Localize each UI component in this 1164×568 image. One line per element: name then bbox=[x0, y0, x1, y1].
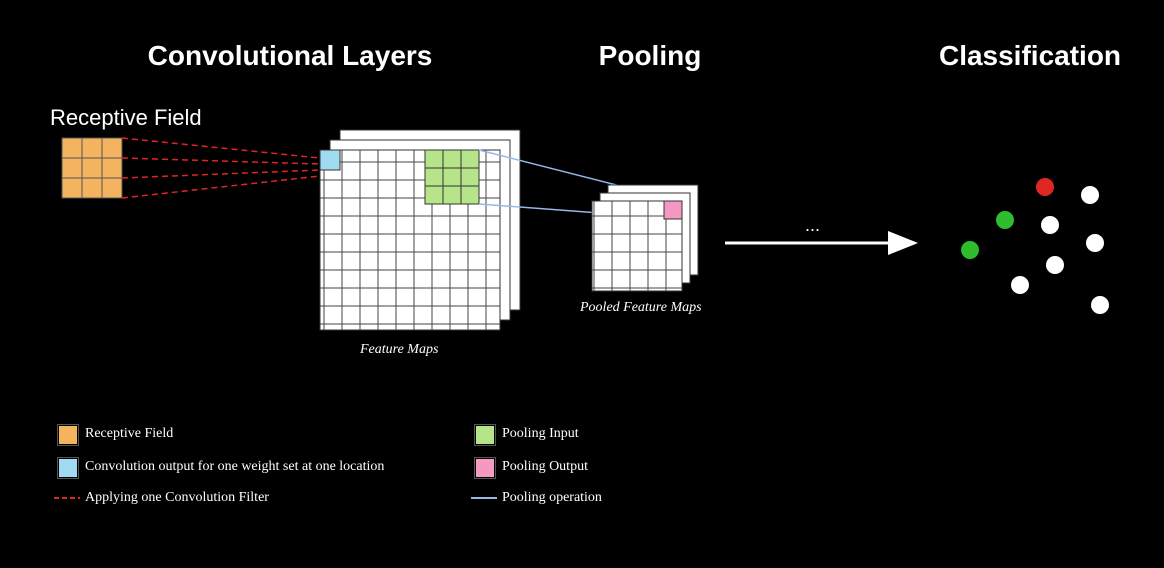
legend-l2: Convolution output for one weight set at… bbox=[85, 459, 384, 475]
node-white bbox=[1010, 275, 1030, 295]
legend-swatch-cyan bbox=[58, 458, 78, 478]
legend-line-red bbox=[54, 495, 80, 501]
arrow-ellipsis: ... bbox=[805, 215, 820, 236]
node-white bbox=[1045, 255, 1065, 275]
node-white bbox=[1080, 185, 1100, 205]
classifier-nodes bbox=[940, 155, 1140, 355]
legend-swatch-orange bbox=[58, 425, 78, 445]
pooling-input-block bbox=[425, 150, 479, 204]
conv-filter-lines bbox=[122, 138, 320, 198]
node-red bbox=[1035, 177, 1055, 197]
node-green bbox=[995, 210, 1015, 230]
caption-feature-maps: Feature Maps bbox=[360, 342, 438, 358]
conv-output-cell bbox=[320, 150, 340, 170]
feature-maps-stack bbox=[320, 130, 520, 330]
legend-swatch-pink bbox=[475, 458, 495, 478]
legend-line-blue bbox=[471, 495, 497, 501]
legend-r3: Pooling operation bbox=[502, 490, 602, 506]
legend-swatch-green bbox=[475, 425, 495, 445]
node-white bbox=[1085, 233, 1105, 253]
caption-pooled-maps: Pooled Feature Maps bbox=[580, 300, 702, 316]
receptive-field-grid bbox=[62, 138, 122, 198]
legend-l1: Receptive Field bbox=[85, 426, 173, 442]
pooling-output-cell bbox=[664, 201, 682, 219]
node-white bbox=[1090, 295, 1110, 315]
legend-l3: Applying one Convolution Filter bbox=[85, 490, 269, 506]
pooled-maps-stack bbox=[592, 185, 698, 291]
node-green bbox=[960, 240, 980, 260]
legend-r2: Pooling Output bbox=[502, 459, 588, 475]
legend-r1: Pooling Input bbox=[502, 426, 579, 442]
node-white bbox=[1040, 215, 1060, 235]
